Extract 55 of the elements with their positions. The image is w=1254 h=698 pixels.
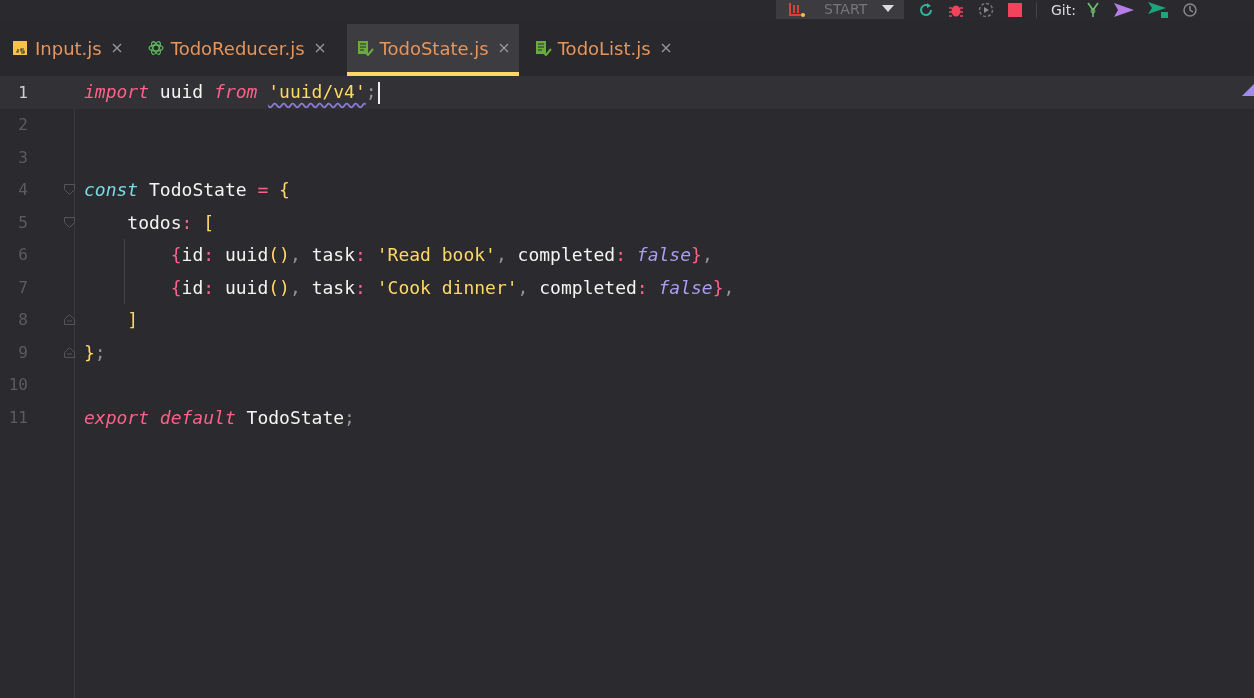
code-token: :	[355, 244, 367, 266]
code-token: ;	[344, 406, 355, 428]
code-token: TodoState	[246, 406, 345, 428]
code-token: ()	[268, 276, 290, 298]
file-tab[interactable]: TodoReducer.js	[143, 24, 335, 76]
code-token: ;	[365, 80, 377, 102]
file-tab[interactable]: TodoState.js	[346, 24, 519, 76]
code-token: id	[181, 244, 204, 266]
code-token: :	[203, 244, 216, 266]
code-token: uuid	[224, 244, 269, 266]
code-token: ,	[517, 276, 530, 298]
code-token: TodoState	[149, 179, 248, 201]
code-token: }	[712, 276, 724, 298]
code-token: ,	[701, 244, 713, 266]
code-token: 'Read book'	[376, 244, 496, 266]
code-token: :	[355, 276, 367, 298]
code-token: import	[84, 80, 151, 102]
code-token: :	[181, 211, 194, 233]
code-token: 'uuid/v4'	[268, 80, 366, 102]
code-token: export	[84, 406, 151, 428]
code-token: }	[84, 341, 95, 363]
code-token: from	[214, 80, 259, 102]
code-token: ,	[289, 244, 302, 266]
code-token: ]	[126, 309, 139, 331]
code-token: ,	[289, 276, 302, 298]
code-token: ()	[268, 244, 290, 266]
code-token: :	[203, 276, 216, 298]
code-token: {	[169, 276, 182, 298]
code-token: ,	[723, 276, 735, 298]
code-token: ;	[94, 341, 106, 363]
code-token: {	[169, 244, 182, 266]
code-token: const	[84, 179, 140, 201]
code-token: :	[636, 276, 649, 298]
code-token: false	[658, 276, 713, 298]
code-token: completed	[539, 276, 637, 298]
code-token: :	[615, 244, 627, 266]
code-token: task	[311, 276, 355, 298]
code-token: {	[279, 179, 290, 201]
code-token: ,	[495, 244, 508, 266]
git-label: Git:	[1051, 2, 1076, 18]
code-token: uuid	[159, 80, 205, 102]
code-token: =	[257, 179, 270, 201]
code-token: todos	[126, 211, 182, 233]
code-token: id	[181, 276, 204, 298]
code-token: default	[159, 406, 237, 428]
line-number: 1	[17, 82, 28, 102]
code-token: 'Cook dinner'	[376, 276, 518, 298]
code-token: uuid	[224, 276, 269, 298]
code-token: completed	[517, 244, 616, 266]
code-token: [	[203, 211, 215, 233]
code-token: task	[311, 244, 355, 266]
code-token: false	[636, 244, 692, 266]
file-tab[interactable]: TodoList.js	[530, 24, 681, 76]
file-tab[interactable]: Input.js	[8, 24, 132, 76]
code-token: }	[691, 244, 702, 266]
